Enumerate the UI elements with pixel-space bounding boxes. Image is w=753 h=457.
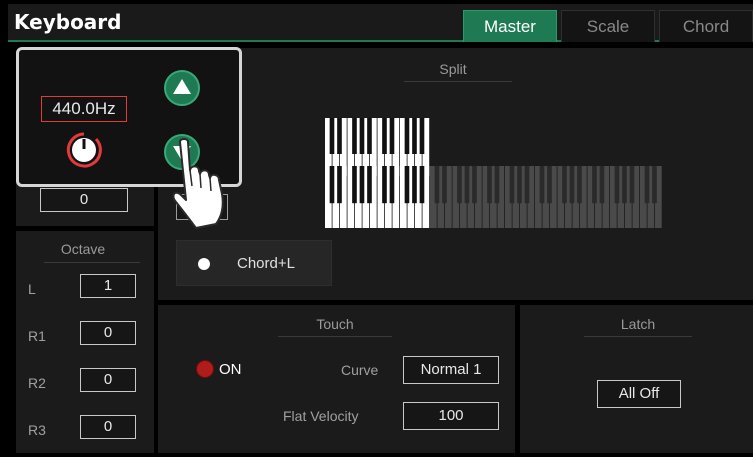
octave-label-l: L [28, 281, 36, 297]
flat-velocity-label: Flat Velocity [283, 408, 359, 424]
black-key [382, 166, 387, 204]
black-key [419, 118, 425, 154]
tab-chord[interactable]: Chord [659, 10, 753, 42]
octave-value-r1[interactable]: 0 [80, 321, 136, 345]
touch-panel: Touch ON Curve Normal 1 Flat Velocity 10… [158, 305, 515, 453]
split-keyboard[interactable] [325, 118, 667, 230]
black-key [487, 166, 492, 204]
black-key [599, 166, 605, 204]
touch-status-indicator[interactable] [196, 360, 214, 378]
black-key [404, 166, 410, 204]
black-key [337, 166, 342, 204]
triangle-up-icon [173, 79, 191, 94]
flat-velocity-value[interactable]: 100 [403, 402, 499, 430]
frequency-value[interactable]: 440.0Hz [41, 96, 127, 122]
black-key [419, 166, 425, 204]
black-key [524, 166, 530, 204]
black-key [644, 166, 650, 204]
split-title: Split [439, 61, 467, 77]
latch-title: Latch [620, 316, 656, 332]
black-key [352, 166, 357, 204]
octave-value-r3[interactable]: 0 [80, 415, 136, 439]
black-key [464, 166, 470, 204]
radio-indicator [198, 258, 210, 270]
header-bar: Keyboard Master Scale Chord [8, 4, 753, 42]
black-key [329, 118, 335, 154]
octave-divider [44, 262, 140, 263]
latch-value[interactable]: All Off [597, 380, 681, 408]
black-key [337, 118, 342, 154]
black-key [367, 118, 372, 154]
split-divider [404, 81, 512, 82]
black-key [517, 166, 522, 204]
octave-value-l[interactable]: 1 [80, 274, 136, 298]
curve-value[interactable]: Normal 1 [403, 356, 499, 384]
page-title: Keyboard [14, 10, 122, 34]
black-key [442, 166, 447, 204]
black-key [389, 118, 395, 154]
black-key [457, 166, 462, 204]
touch-divider [278, 336, 392, 337]
keyboard-lower-range [325, 166, 662, 228]
chord-l-option[interactable]: Chord+L [176, 240, 332, 286]
black-key [629, 166, 635, 204]
black-key [509, 166, 515, 204]
tab-master[interactable]: Master [463, 10, 557, 42]
black-key [569, 166, 575, 204]
black-key [359, 118, 365, 154]
black-key [412, 118, 417, 154]
octave-label-r3: R3 [28, 422, 46, 438]
black-key [412, 166, 417, 204]
black-key [382, 118, 387, 154]
octave-title: Octave [60, 241, 106, 257]
transpose-value[interactable]: 0 [40, 188, 128, 212]
black-key [404, 118, 410, 154]
latch-divider [584, 336, 692, 337]
black-key [352, 118, 357, 154]
black-key [614, 166, 620, 204]
black-key [329, 166, 335, 204]
black-key [359, 166, 365, 204]
black-key [472, 166, 477, 204]
black-key [562, 166, 567, 204]
black-key [539, 166, 545, 204]
screen: Keyboard Master Scale Chord 0 Octave L 1… [0, 0, 753, 457]
black-key [622, 166, 627, 204]
black-key [494, 166, 500, 204]
octave-label-r1: R1 [28, 328, 46, 344]
octave-value-r2[interactable]: 0 [80, 368, 136, 392]
black-key [367, 166, 372, 204]
tune-up-button[interactable] [164, 70, 200, 106]
black-key [592, 166, 597, 204]
black-key [434, 166, 440, 204]
black-key [577, 166, 582, 204]
touch-status: ON [219, 361, 242, 378]
latch-panel: Latch All Off [520, 305, 753, 453]
black-key [547, 166, 552, 204]
black-key [389, 166, 395, 204]
touch-title: Touch [316, 316, 354, 332]
tab-scale[interactable]: Scale [561, 10, 655, 42]
black-key [652, 166, 657, 204]
pointing-hand-icon [172, 138, 224, 229]
chord-l-label: Chord+L [237, 255, 295, 272]
knob-pointer [82, 139, 86, 149]
octave-label-r2: R2 [28, 375, 46, 391]
curve-label: Curve [341, 362, 379, 378]
octave-panel: Octave L 1 R1 0 R2 0 R3 0 [16, 231, 154, 453]
tuning-knob[interactable] [64, 130, 104, 170]
